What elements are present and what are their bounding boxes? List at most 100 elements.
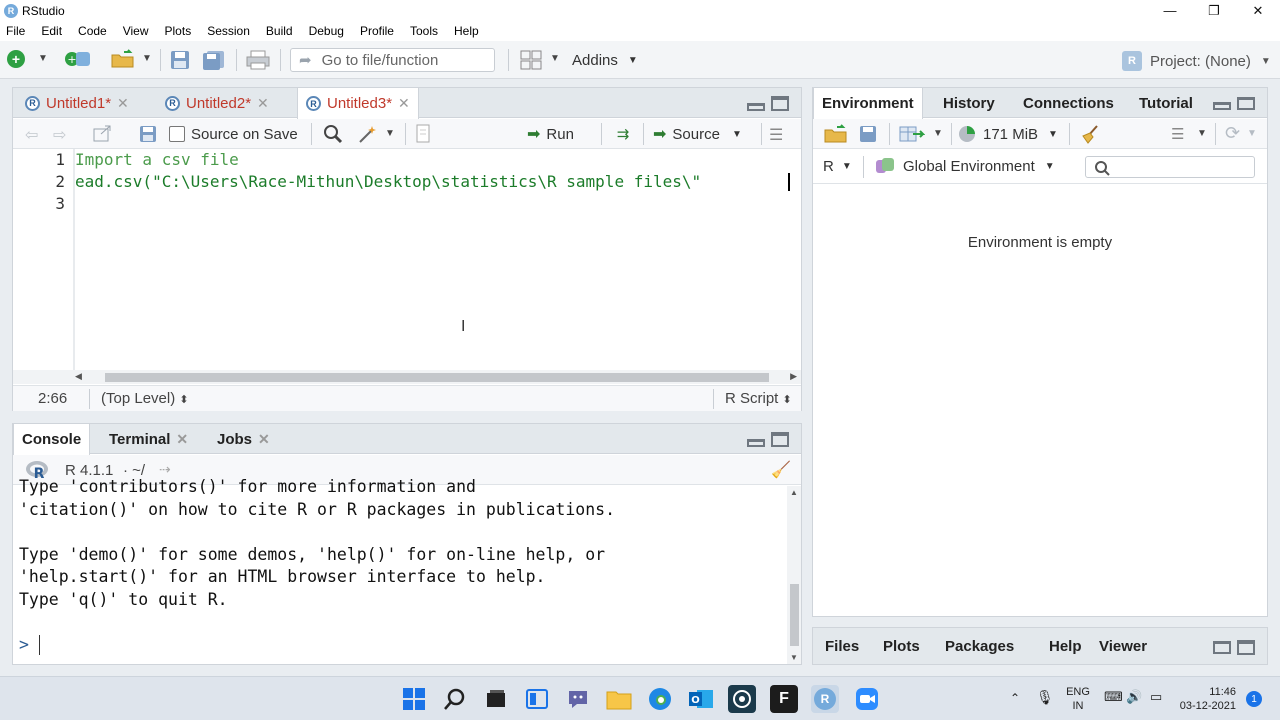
menu-profile[interactable]: Profile xyxy=(360,24,394,38)
minimize-pane-icon[interactable] xyxy=(747,102,765,111)
clock[interactable]: 11:46 03-12-2021 xyxy=(1178,685,1236,713)
scroll-down-icon[interactable]: ▼ xyxy=(790,653,798,662)
menu-view[interactable]: View xyxy=(123,24,149,38)
zoom-app-icon[interactable] xyxy=(853,685,881,713)
load-workspace-icon[interactable] xyxy=(823,124,849,144)
console-prompt[interactable]: > xyxy=(19,634,787,657)
restore-pane-icon[interactable] xyxy=(1213,641,1231,654)
scroll-left-icon[interactable]: ◀ xyxy=(75,371,82,382)
teams-chat-icon[interactable] xyxy=(564,685,592,713)
code-editor[interactable]: Import a csv file ead.csv("C:\Users\Race… xyxy=(73,149,801,376)
close-tab-icon[interactable]: ✕ xyxy=(257,95,269,112)
filetype-selector[interactable]: R Script ⬍ xyxy=(725,390,792,407)
chevron-down-icon[interactable]: ▼ xyxy=(933,128,943,139)
close-tab-icon[interactable]: ✕ xyxy=(258,431,270,448)
maximize-pane-icon[interactable] xyxy=(771,432,789,447)
tab-untitled1[interactable]: R Untitled1* ✕ xyxy=(17,88,137,118)
code-line[interactable]: ead.csv("C:\Users\Race-Mithun\Desktop\st… xyxy=(75,171,801,193)
widgets-icon[interactable] xyxy=(523,685,551,713)
outlook-icon[interactable]: O xyxy=(687,685,715,713)
scope-selector[interactable]: (Top Level) ⬍ xyxy=(101,390,189,407)
chevron-down-icon[interactable]: ▼ xyxy=(550,53,560,64)
code-tools-wand-icon[interactable] xyxy=(357,124,379,144)
show-hidden-icons-icon[interactable]: ⌃ xyxy=(1010,691,1020,705)
menu-plots[interactable]: Plots xyxy=(165,24,192,38)
menu-debug[interactable]: Debug xyxy=(309,24,344,38)
rstudio-taskbar-icon[interactable]: R xyxy=(811,685,839,713)
tab-packages[interactable]: Packages xyxy=(937,631,1022,661)
environment-search-input[interactable] xyxy=(1085,156,1255,178)
source-on-save-checkbox[interactable]: Source on Save xyxy=(169,125,298,143)
menu-tools[interactable]: Tools xyxy=(410,24,438,38)
restore-button[interactable]: ❐ xyxy=(1192,0,1236,21)
rerun-icon[interactable]: ⇉ xyxy=(611,124,635,144)
minimize-pane-icon[interactable] xyxy=(1213,102,1231,110)
tab-tutorial[interactable]: Tutorial xyxy=(1131,88,1201,118)
save-all-icon[interactable] xyxy=(202,50,226,70)
back-arrow-icon[interactable]: ⇦ xyxy=(25,125,38,145)
task-view-icon[interactable] xyxy=(482,685,510,713)
eclipse-app-icon[interactable] xyxy=(728,685,756,713)
menu-file[interactable]: File xyxy=(6,24,25,38)
edge-browser-icon[interactable] xyxy=(646,685,674,713)
tab-untitled2[interactable]: R Untitled2* ✕ xyxy=(157,88,277,118)
scroll-thumb[interactable] xyxy=(790,584,799,646)
tab-viewer[interactable]: Viewer xyxy=(1091,631,1155,661)
close-tab-icon[interactable]: ✕ xyxy=(176,431,188,448)
minimize-pane-icon[interactable] xyxy=(747,438,765,447)
console-output[interactable]: Type 'contributors()' for more informati… xyxy=(19,476,787,664)
addins-menu[interactable]: Addins ▼ xyxy=(572,50,638,70)
code-line[interactable] xyxy=(75,193,801,215)
goto-file-input[interactable]: ➦ Go to file/function xyxy=(290,48,495,72)
scroll-right-icon[interactable]: ▶ xyxy=(790,371,797,382)
tab-environment[interactable]: Environment xyxy=(813,88,923,119)
scroll-up-icon[interactable]: ▲ xyxy=(790,488,798,497)
save-icon[interactable] xyxy=(139,125,157,143)
chevron-down-icon[interactable]: ▼ xyxy=(1247,128,1257,139)
save-icon[interactable] xyxy=(170,50,190,70)
battery-icon[interactable]: ▭ xyxy=(1150,689,1162,705)
environment-scope-selector[interactable]: Global Environment ▼ xyxy=(875,157,1055,175)
outline-icon[interactable]: ☰ xyxy=(769,125,783,145)
chevron-down-icon[interactable]: ▼ xyxy=(385,128,395,139)
volume-icon[interactable]: 🔊 xyxy=(1126,689,1142,705)
save-workspace-icon[interactable] xyxy=(859,125,877,143)
pane-layout-icon[interactable] xyxy=(520,50,542,70)
open-folder-icon[interactable] xyxy=(110,49,136,69)
f-app-icon[interactable]: F xyxy=(770,685,798,713)
tab-files[interactable]: Files xyxy=(817,631,867,661)
refresh-icon[interactable]: ⟳ xyxy=(1225,123,1240,144)
search-icon[interactable] xyxy=(441,685,469,713)
code-line[interactable]: Import a csv file xyxy=(75,149,801,171)
source-button[interactable]: ➡ Source ▼ xyxy=(653,124,742,144)
network-icon[interactable]: ⌨ xyxy=(1104,689,1123,705)
language-selector[interactable]: R ▼ xyxy=(823,158,852,175)
tab-connections[interactable]: Connections xyxy=(1015,88,1122,118)
run-button[interactable]: ➡ Run xyxy=(527,124,574,144)
menu-edit[interactable]: Edit xyxy=(41,24,62,38)
tab-terminal[interactable]: Terminal ✕ xyxy=(101,424,196,454)
memory-usage[interactable]: 171 MiB ▼ xyxy=(959,125,1058,143)
print-icon[interactable] xyxy=(246,50,270,70)
menu-code[interactable]: Code xyxy=(78,24,107,38)
tab-console[interactable]: Console xyxy=(13,424,91,455)
minimize-button[interactable]: — xyxy=(1148,0,1192,21)
clear-broom-icon[interactable] xyxy=(1079,124,1101,144)
notification-badge[interactable]: 1 xyxy=(1246,691,1262,707)
close-button[interactable]: ✕ xyxy=(1236,0,1280,21)
file-explorer-icon[interactable] xyxy=(605,685,633,713)
windows-start-icon[interactable] xyxy=(400,685,428,713)
maximize-pane-icon[interactable] xyxy=(771,96,789,111)
compile-report-icon[interactable] xyxy=(415,124,431,144)
chevron-down-icon[interactable]: ▼ xyxy=(38,53,48,64)
list-view-icon[interactable]: ☰ xyxy=(1171,125,1184,143)
tab-plots[interactable]: Plots xyxy=(875,631,928,661)
chevron-down-icon[interactable]: ▼ xyxy=(1197,128,1207,139)
tab-help[interactable]: Help xyxy=(1041,631,1090,661)
project-menu[interactable]: R Project: (None) ▼ xyxy=(1122,50,1271,72)
close-tab-icon[interactable]: ✕ xyxy=(117,95,129,112)
tab-untitled3[interactable]: R Untitled3* ✕ xyxy=(297,88,419,119)
show-in-window-icon[interactable] xyxy=(93,125,113,143)
input-language[interactable]: ENG IN xyxy=(1066,685,1090,713)
search-icon[interactable] xyxy=(323,124,343,144)
